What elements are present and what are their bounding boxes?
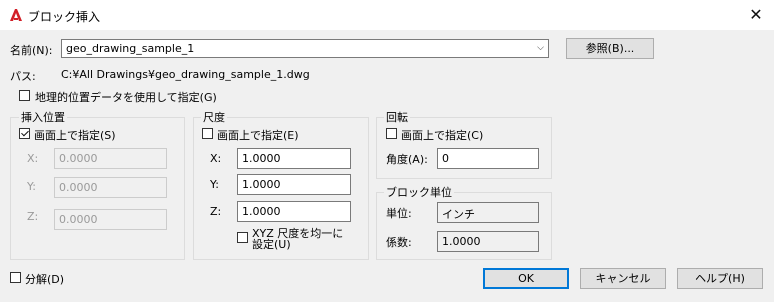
insertion-x-input: 0.0000 xyxy=(54,148,167,169)
title-bar xyxy=(0,0,774,30)
insertion-specify-checkbox[interactable] xyxy=(19,128,30,139)
insertion-title: 挿入位置 xyxy=(19,109,67,125)
scale-y-input[interactable]: 1.0000 xyxy=(237,174,351,195)
uniform-scale-checkbox[interactable] xyxy=(237,232,248,243)
angle-input[interactable]: 0 xyxy=(437,148,539,169)
scale-y-label: Y: xyxy=(210,178,219,191)
rotation-specify-label[interactable]: 画面上で指定(C) xyxy=(401,127,483,143)
explode-label[interactable]: 分解(D) xyxy=(25,271,64,287)
name-value: geo_drawing_sample_1 xyxy=(66,42,195,55)
geo-location-label[interactable]: 地理的位置データを使用して指定(G) xyxy=(35,89,217,105)
scale-title: 尺度 xyxy=(201,109,227,125)
insertion-z-input: 0.0000 xyxy=(54,209,167,230)
angle-label: 角度(A): xyxy=(386,153,428,166)
scale-z-label: Z: xyxy=(210,205,222,218)
explode-checkbox[interactable] xyxy=(10,272,21,283)
scale-x-input[interactable]: 1.0000 xyxy=(237,148,351,169)
unit-label: 単位: xyxy=(386,207,412,220)
path-value: C:¥All Drawings¥geo_drawing_sample_1.dwg xyxy=(61,68,310,81)
scale-specify-label[interactable]: 画面上で指定(E) xyxy=(217,127,299,143)
geo-location-checkbox[interactable] xyxy=(19,90,30,101)
insertion-y-label: Y: xyxy=(27,180,36,193)
uniform-scale-line2: 設定(U) xyxy=(252,238,291,251)
insertion-x-label: X: xyxy=(27,152,39,165)
autocad-logo-icon xyxy=(10,9,22,21)
unit-value: インチ xyxy=(437,202,539,223)
browse-button[interactable]: 参照(B)... xyxy=(566,38,654,59)
cancel-button[interactable]: キャンセル xyxy=(580,268,666,289)
block-unit-title: ブロック単位 xyxy=(384,184,454,200)
factor-value: 1.0000 xyxy=(437,231,539,252)
insertion-y-input: 0.0000 xyxy=(54,177,167,198)
uniform-scale-label[interactable]: XYZ 尺度を均一に 設定(U) xyxy=(252,228,343,250)
rotation-specify-checkbox[interactable] xyxy=(386,128,397,139)
path-label: パス: xyxy=(10,70,36,83)
scale-x-label: X: xyxy=(210,152,222,165)
scale-specify-checkbox[interactable] xyxy=(202,128,213,139)
chevron-down-icon[interactable]: ⌵ xyxy=(537,43,544,53)
factor-label: 係数: xyxy=(386,236,412,249)
window-title: ブロック挿入 xyxy=(28,10,101,24)
help-button[interactable]: ヘルプ(H) xyxy=(677,268,763,289)
scale-z-input[interactable]: 1.0000 xyxy=(237,201,351,222)
insertion-z-label: Z: xyxy=(27,210,39,223)
rotation-title: 回転 xyxy=(384,109,410,125)
close-icon[interactable]: ✕ xyxy=(744,4,768,26)
ok-button[interactable]: OK xyxy=(483,268,569,289)
name-label: 名前(N): xyxy=(10,44,53,57)
insertion-specify-label[interactable]: 画面上で指定(S) xyxy=(34,127,116,143)
name-combobox[interactable]: geo_drawing_sample_1 ⌵ xyxy=(61,39,549,58)
